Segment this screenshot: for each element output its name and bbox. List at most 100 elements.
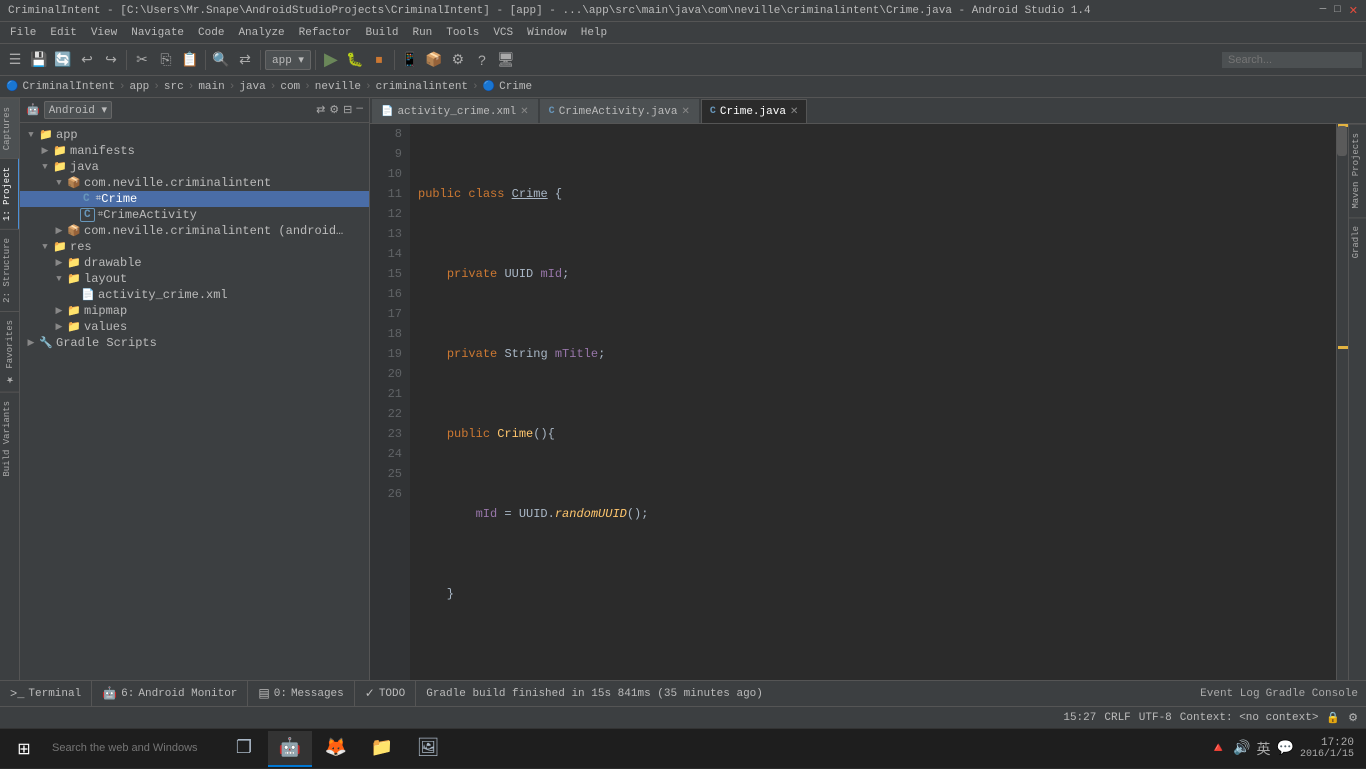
tree-item-layout[interactable]: ▼ 📁 layout (20, 271, 369, 287)
tree-item-res[interactable]: ▼ 📁 res (20, 239, 369, 255)
menu-analyze[interactable]: Analyze (232, 25, 290, 41)
tab-close-activity[interactable]: ✕ (682, 106, 690, 118)
lang-icon[interactable]: 英 (1257, 739, 1271, 759)
tab-close-crime[interactable]: ✕ (790, 106, 798, 118)
network-icon[interactable]: 🔺 (1210, 740, 1227, 757)
taskbar-androidstudio[interactable]: 🤖 (268, 731, 312, 767)
toolbar-btn-paste[interactable]: 📋 (179, 49, 201, 71)
gradle-tab[interactable]: Gradle (1349, 217, 1366, 266)
scrollbar-thumb[interactable] (1337, 126, 1347, 156)
taskbar-search-input[interactable] (52, 742, 212, 754)
bc-crime[interactable]: Crime (499, 81, 532, 93)
menu-navigate[interactable]: Navigate (125, 25, 190, 41)
tab-activity-xml[interactable]: 📄 activity_crime.xml ✕ (372, 99, 538, 123)
tab-crimeactivity[interactable]: C CrimeActivity.java ✕ (540, 99, 699, 123)
bc-criminal[interactable]: CriminalIntent (22, 81, 114, 93)
collapse-icon[interactable]: ⊟ (343, 103, 352, 117)
taskbar-firefox[interactable]: 🦊 (314, 731, 358, 767)
structure-panel-tab[interactable]: 2: Structure (0, 229, 20, 311)
minimize-btn[interactable]: ─ (1320, 4, 1327, 18)
menu-window[interactable]: Window (521, 25, 573, 41)
maven-projects-tab[interactable]: Maven Projects (1349, 124, 1366, 217)
tree-item-java[interactable]: ▼ 📁 java (20, 159, 369, 175)
toolbar-btn-replace[interactable]: ⇄ (234, 49, 256, 71)
toolbar-btn-cut[interactable]: ✂ (131, 49, 153, 71)
close-btn[interactable]: ✕ (1349, 4, 1358, 18)
android-monitor-tab[interactable]: 🤖 6: Android Monitor (92, 681, 248, 706)
android-dropdown[interactable]: Android ▾ (44, 101, 112, 119)
volume-icon[interactable]: 🔊 (1233, 740, 1250, 757)
terminal-tab[interactable]: >_ Terminal (0, 681, 92, 706)
menu-code[interactable]: Code (192, 25, 230, 41)
tree-item-gradle[interactable]: ▶ 🔧 Gradle Scripts (20, 335, 369, 351)
toolbar-btn-search[interactable]: 🔍 (210, 49, 232, 71)
bc-app[interactable]: app (129, 81, 149, 93)
bc-neville[interactable]: neville (315, 81, 361, 93)
status-settings[interactable]: ⚙ (1348, 711, 1358, 725)
bc-main[interactable]: main (198, 81, 224, 93)
menu-file[interactable]: File (4, 25, 42, 41)
tree-item-mipmap[interactable]: ▶ 📁 mipmap (20, 303, 369, 319)
taskbar-view[interactable]: ❐ (222, 731, 266, 767)
sdk-btn[interactable]: 📦 (423, 49, 445, 71)
menu-run[interactable]: Run (406, 25, 438, 41)
messages-tab[interactable]: ▤ 0: Messages (248, 681, 354, 706)
taskbar-explorer[interactable]: 📁 (360, 731, 404, 767)
menu-tools[interactable]: Tools (440, 25, 485, 41)
toolbar-btn-2[interactable]: 💾 (28, 49, 50, 71)
tree-item-manifests[interactable]: ▶ 📁 manifests (20, 143, 369, 159)
tab-close-xml[interactable]: ✕ (520, 106, 528, 118)
event-log-btn[interactable]: Event Log (1200, 688, 1259, 700)
bc-java[interactable]: java (239, 81, 265, 93)
tree-item-app[interactable]: ▼ 📁 app (20, 127, 369, 143)
bc-criminalintent[interactable]: criminalintent (376, 81, 468, 93)
sync-icon[interactable]: ⇄ (316, 103, 325, 117)
menu-help[interactable]: Help (575, 25, 613, 41)
notification-icon[interactable]: 💬 (1277, 740, 1294, 757)
toolbar-extra[interactable]: 🖥 (495, 49, 517, 71)
start-button[interactable]: ⊞ (4, 729, 44, 769)
tree-item-xml[interactable]: 📄 activity_crime.xml (20, 287, 369, 303)
status-crlf[interactable]: CRLF (1104, 712, 1130, 724)
gear-icon[interactable]: ⚙ (329, 103, 339, 117)
project-panel-tab[interactable]: 1: Project (0, 158, 20, 229)
toolbar-btn-1[interactable]: ☰ (4, 49, 26, 71)
app-selector[interactable]: app ▾ (265, 50, 311, 70)
todo-tab[interactable]: ✓ TODO (355, 681, 416, 706)
search-input[interactable] (1222, 52, 1362, 68)
menu-refactor[interactable]: Refactor (293, 25, 358, 41)
tree-item-drawable[interactable]: ▶ 📁 drawable (20, 255, 369, 271)
menu-edit[interactable]: Edit (44, 25, 82, 41)
gradle-console-btn[interactable]: Gradle Console (1266, 688, 1358, 700)
hide-icon[interactable]: — (356, 103, 363, 117)
menu-view[interactable]: View (85, 25, 123, 41)
debug-btn[interactable]: 🐛 (344, 49, 366, 71)
code-content[interactable]: public class Crime { private UUID mId ; (410, 124, 1336, 680)
avd-btn[interactable]: 📱 (399, 49, 421, 71)
tree-item-values[interactable]: ▶ 📁 values (20, 319, 369, 335)
taskbar-search[interactable] (44, 731, 220, 767)
build-variants-tab[interactable]: Build Variants (0, 392, 20, 485)
maximize-btn[interactable]: □ (1334, 4, 1341, 18)
captures-panel-tab[interactable]: Captures (0, 98, 20, 158)
help-btn[interactable]: ? (471, 49, 493, 71)
toolbar-btn-sync[interactable]: 🔄 (52, 49, 74, 71)
stop-btn[interactable]: ⏹ (368, 49, 390, 71)
tree-item-crime[interactable]: C ⌗ Crime (20, 191, 369, 207)
taskbar-photos[interactable]: 🖼 (406, 731, 450, 767)
tree-item-package-android[interactable]: ▶ 📦 com.neville.criminalintent (android… (20, 223, 369, 239)
tab-crime[interactable]: C Crime.java ✕ (701, 99, 807, 123)
toolbar-btn-undo[interactable]: ↩ (76, 49, 98, 71)
bc-src[interactable]: src (164, 81, 184, 93)
favorites-panel-tab[interactable]: ★ Favorites (0, 311, 20, 392)
toolbar-btn-redo[interactable]: ↪ (100, 49, 122, 71)
menu-vcs[interactable]: VCS (487, 25, 519, 41)
tree-item-crimeactivity[interactable]: C ⌗ CrimeActivity (20, 207, 369, 223)
bc-com[interactable]: com (280, 81, 300, 93)
tree-item-package[interactable]: ▼ 📦 com.neville.criminalintent (20, 175, 369, 191)
settings-btn[interactable]: ⚙ (447, 49, 469, 71)
menu-build[interactable]: Build (359, 25, 404, 41)
toolbar-btn-copy[interactable]: ⎘ (155, 49, 177, 71)
run-btn[interactable]: ▶ (320, 49, 342, 71)
vertical-scrollbar[interactable] (1336, 124, 1348, 680)
